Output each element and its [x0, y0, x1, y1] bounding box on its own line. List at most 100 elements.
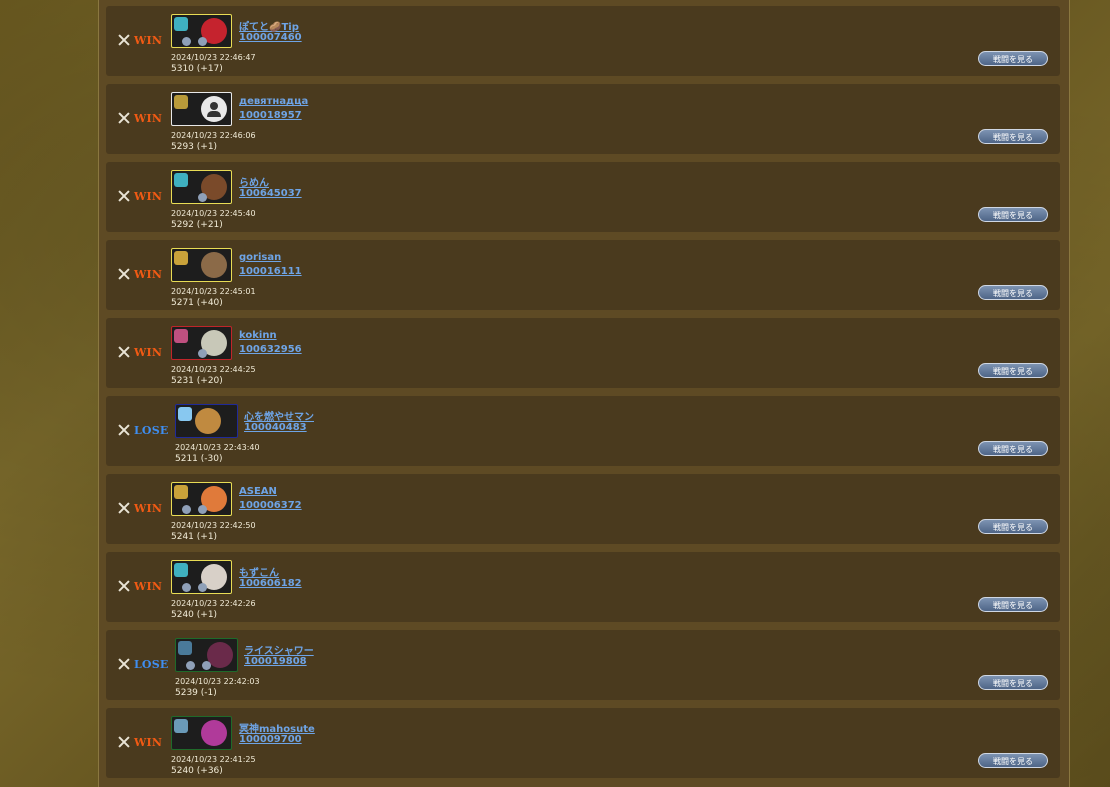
- battle-datetime: 2024/10/23 22:43:40: [175, 443, 260, 452]
- result-label: WIN: [134, 33, 163, 47]
- result-label: WIN: [134, 345, 163, 359]
- crossed-swords-icon: [118, 580, 130, 592]
- emblem-icon: [174, 719, 188, 733]
- result-label: WIN: [134, 501, 163, 515]
- sub-character-icon: [198, 193, 207, 202]
- opponent-id-link[interactable]: 100019808: [244, 656, 307, 667]
- watch-battle-button[interactable]: 戦闘を見る: [978, 285, 1048, 300]
- watch-battle-button[interactable]: 戦闘を見る: [978, 51, 1048, 66]
- battle-row: WIN kokinn 100632956 2024/10/23 22:44:25…: [106, 318, 1060, 388]
- result-indicator: WIN: [118, 111, 162, 125]
- battle-datetime: 2024/10/23 22:44:25: [171, 365, 256, 374]
- opponent-id-link[interactable]: 100016111: [239, 266, 302, 277]
- battle-row: LOSE 心を燃やせマン 100040483 2024/10/23 22:43:…: [106, 396, 1060, 466]
- result-label: WIN: [134, 267, 163, 281]
- rating-score: 5240 (+36): [171, 766, 223, 776]
- battle-history-panel: WIN ぽてと🥔Tip 100007460 2024/10/23 22:46:4…: [98, 0, 1070, 787]
- result-label: WIN: [134, 579, 163, 593]
- emblem-icon: [174, 17, 188, 31]
- opponent-name-link[interactable]: らめん: [239, 174, 269, 189]
- result-indicator: LOSE: [118, 423, 168, 437]
- opponent-name-link[interactable]: もずこん: [239, 564, 279, 579]
- battle-datetime: 2024/10/23 22:42:26: [171, 599, 256, 608]
- watch-battle-button[interactable]: 戦闘を見る: [978, 129, 1048, 144]
- sub-character-icon: [182, 583, 191, 592]
- opponent-name-link[interactable]: девятнадцa: [239, 96, 308, 107]
- opponent-id-link[interactable]: 100632956: [239, 344, 302, 355]
- emblem-icon: [178, 641, 192, 655]
- battle-row: WIN ぽてと🥔Tip 100007460 2024/10/23 22:46:4…: [106, 6, 1060, 76]
- crossed-swords-icon: [118, 346, 130, 358]
- rating-score: 5271 (+40): [171, 298, 223, 308]
- opponent-name-link[interactable]: kokinn: [239, 330, 277, 341]
- team-thumbnail: [171, 248, 232, 282]
- rating-score: 5231 (+20): [171, 376, 223, 386]
- sub-character-icon: [182, 37, 191, 46]
- default-avatar-icon: [201, 96, 227, 122]
- opponent-name-link[interactable]: 冥神mahosute: [239, 720, 315, 735]
- team-thumbnail: [175, 638, 238, 672]
- team-thumbnail: [175, 404, 238, 438]
- watch-battle-button[interactable]: 戦闘を見る: [978, 675, 1048, 690]
- crossed-swords-icon: [118, 112, 130, 124]
- rating-score: 5310 (+17): [171, 64, 223, 74]
- emblem-icon: [174, 173, 188, 187]
- result-indicator: WIN: [118, 267, 162, 281]
- watch-battle-button[interactable]: 戦闘を見る: [978, 207, 1048, 222]
- watch-battle-button[interactable]: 戦闘を見る: [978, 753, 1048, 768]
- opponent-id-link[interactable]: 100040483: [244, 422, 307, 433]
- crossed-swords-icon: [118, 658, 130, 670]
- rating-score: 5211 (-30): [175, 454, 223, 464]
- watch-battle-button[interactable]: 戦闘を見る: [978, 441, 1048, 456]
- battle-row: LOSE ライスシャワー 100019808 2024/10/23 22:42:…: [106, 630, 1060, 700]
- rating-score: 5293 (+1): [171, 142, 218, 152]
- result-label: WIN: [134, 111, 163, 125]
- team-thumbnail: [171, 14, 232, 48]
- team-thumbnail: [171, 560, 232, 594]
- opponent-name-link[interactable]: 心を燃やせマン: [244, 408, 314, 423]
- opponent-name-link[interactable]: ぽてと🥔Tip: [239, 18, 299, 33]
- battle-row: WIN もずこん 100606182 2024/10/23 22:42:26 5…: [106, 552, 1060, 622]
- rating-score: 5239 (-1): [175, 688, 217, 698]
- sub-character-icon: [198, 37, 207, 46]
- result-label: LOSE: [134, 657, 169, 671]
- crossed-swords-icon: [118, 736, 130, 748]
- emblem-icon: [174, 95, 188, 109]
- team-thumbnail: [171, 92, 232, 126]
- result-indicator: WIN: [118, 735, 162, 749]
- opponent-id-link[interactable]: 100645037: [239, 188, 302, 199]
- sub-character-icon: [198, 583, 207, 592]
- crossed-swords-icon: [118, 34, 130, 46]
- crossed-swords-icon: [118, 424, 130, 436]
- battle-datetime: 2024/10/23 22:46:06: [171, 131, 256, 140]
- opponent-name-link[interactable]: gorisan: [239, 252, 281, 263]
- emblem-icon: [174, 329, 188, 343]
- watch-battle-button[interactable]: 戦闘を見る: [978, 519, 1048, 534]
- battle-row: WIN девятнадцa 100018957 2024/10/23 22:4…: [106, 84, 1060, 154]
- opponent-name-link[interactable]: ASEAN: [239, 486, 277, 497]
- watch-battle-button[interactable]: 戦闘を見る: [978, 363, 1048, 378]
- battle-row: WIN ASEAN 100006372 2024/10/23 22:42:50 …: [106, 474, 1060, 544]
- result-indicator: WIN: [118, 345, 162, 359]
- rating-score: 5292 (+21): [171, 220, 223, 230]
- rating-score: 5241 (+1): [171, 532, 218, 542]
- emblem-icon: [174, 251, 188, 265]
- opponent-id-link[interactable]: 100606182: [239, 578, 302, 589]
- team-thumbnail: [171, 716, 232, 750]
- opponent-id-link[interactable]: 100009700: [239, 734, 302, 745]
- leader-character-icon: [201, 252, 227, 278]
- result-indicator: WIN: [118, 33, 162, 47]
- battle-row: WIN らめん 100645037 2024/10/23 22:45:40 52…: [106, 162, 1060, 232]
- result-label: WIN: [134, 735, 163, 749]
- opponent-name-link[interactable]: ライスシャワー: [244, 642, 314, 657]
- opponent-id-link[interactable]: 100006372: [239, 500, 302, 511]
- result-indicator: WIN: [118, 189, 162, 203]
- opponent-id-link[interactable]: 100007460: [239, 32, 302, 43]
- result-label: LOSE: [134, 423, 169, 437]
- watch-battle-button[interactable]: 戦闘を見る: [978, 597, 1048, 612]
- result-indicator: WIN: [118, 501, 162, 515]
- crossed-swords-icon: [118, 268, 130, 280]
- battle-datetime: 2024/10/23 22:45:40: [171, 209, 256, 218]
- sub-character-icon: [202, 661, 211, 670]
- opponent-id-link[interactable]: 100018957: [239, 110, 302, 121]
